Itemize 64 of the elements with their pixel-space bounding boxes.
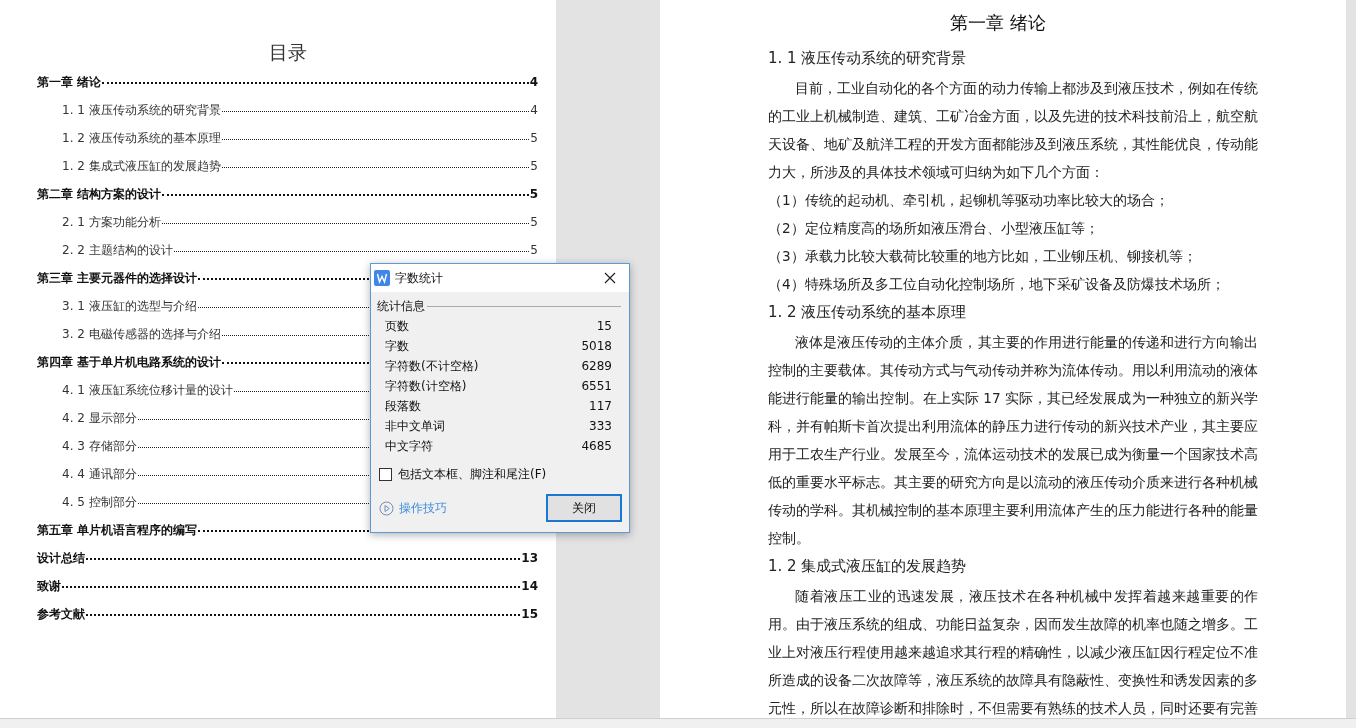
toc-entry: 第四章 基于单片机电路系统的设计 [37, 354, 222, 371]
toc-entry: 2. 1 方案功能分析 [62, 214, 161, 231]
page-number: 5 [530, 131, 538, 145]
dialog-title: 字数统计 [395, 269, 444, 287]
toc-entry: 第一章 绪论 [37, 74, 102, 91]
stat-label: 字数 [385, 337, 409, 355]
stat-label: 字符数(不计空格) [385, 357, 479, 375]
toc-entry: 1. 2 液压传动系统的基本原理 [62, 130, 221, 147]
paragraph: 随着液压工业的迅速发展，液压技术在各种机械中发挥着越来越重要的作用。由于液压系统的组成、功能日益复杂，因而发生故障的机率也随之增多。工业上对液压行程使用越来越追求其行程的精确性，以减少液压缸因行程定位不准所造成的设备二次故障等，液压系统的故障具有隐蔽性、变换性和诱发因素的多元性，所以在故障诊断和排除时，不但需要有熟练的技术人员，同时还要有完善 [768, 587, 1258, 718]
toc-entry: 2. 2 主题结构的设计 [62, 242, 173, 259]
page-number: 14 [521, 579, 538, 593]
stat-value: 333 [589, 419, 612, 433]
toc-entry: 1. 2 集成式液压缸的发展趋势 [62, 158, 221, 175]
play-circle-icon [379, 500, 394, 516]
page-number: 5 [530, 215, 538, 229]
toc-entry: 第三章 主要元器件的选择设计 [37, 270, 198, 287]
page-number: 5 [530, 243, 538, 257]
toc-entry: 4. 2 显示部分 [62, 410, 137, 427]
stat-label: 段落数 [385, 397, 421, 415]
page-number: 5 [529, 187, 538, 201]
toc-entry: 4. 5 控制部分 [62, 494, 137, 511]
page-number: 13 [521, 551, 538, 565]
toc-entry: 4. 3 存储部分 [62, 438, 137, 455]
group-label: 统计信息 [377, 297, 425, 315]
page-number: 4 [529, 75, 538, 89]
toc-title: 目录 [267, 40, 308, 65]
section-heading: 1. 2 液压传动系统的基本原理 [768, 302, 968, 323]
stat-value: 15 [596, 319, 612, 333]
section-heading: 1. 2 集成式液压缸的发展趋势 [768, 556, 968, 577]
stat-label: 页数 [385, 317, 409, 335]
paragraph: 液体是液压传动的主体介质，其主要的作用进行能量的传递和进行方向输出控制的主要载体。其传动方式与气动传动并称为流体传动。用以利用流动的液体能进行能量的输出控制。在上实际 17 实际，其已经发展成为一种独立的新兴学科，并有帕斯卡首次提出利用流体的静压力进行传动的新兴技术产业，其主要应用于工农生产行业。发展至今，流体运动技术的发展已成为衡量一个国家技术高低的重要水平标志。其主要的研究方向是以流动的液压传动介质来进行各种机械传动的学科。其机械控制的基本原理主要利用流体产生的压力能进行各种的能量控制。 [768, 333, 1258, 548]
list-item: （4）特殊场所及多工位自动化控制场所，地下采矿设备及防爆技术场所； [768, 275, 1226, 294]
stat-value: 5018 [581, 339, 612, 353]
toc-entry: 第二章 结构方案的设计 [37, 186, 162, 203]
toc-entry: 3. 2 电磁传感器的选择与介绍 [62, 326, 221, 343]
close-button[interactable]: 关闭 [546, 494, 622, 522]
page-number: 5 [530, 159, 538, 173]
stat-label: 非中文单词 [385, 417, 445, 435]
page-number: 15 [521, 607, 538, 621]
toc-entry: 4. 1 液压缸系统位移计量的设计 [62, 382, 233, 399]
page-number: 4 [530, 103, 538, 117]
checkbox[interactable] [379, 467, 392, 481]
list-item: （2）定位精度高的场所如液压滑台、小型液压缸等； [768, 219, 1100, 238]
list-item: （3）承载力比较大载荷比较重的地方比如，工业铆压机、铆接机等； [768, 247, 1198, 266]
stat-value: 4685 [581, 439, 612, 453]
toc-entry: 设计总结 [37, 550, 85, 567]
toc-entry: 4. 4 通讯部分 [62, 466, 137, 483]
chapter-title: 第一章 绪论 [949, 11, 1047, 35]
paragraph: 目前，工业自动化的各个方面的动力传输上都涉及到液压技术，例如在传统的工业上机械制造、建筑、工矿冶金方面，以及先进的技术科技前沿上，航空航天设备、地矿及航洋工程的开发方面都能涉及到液压系统，其性能优良，传动能力大，所涉及的具体技术领域可归纳为如下几个方面： [768, 79, 1258, 182]
stat-value: 117 [589, 399, 612, 413]
stat-value: 6551 [581, 379, 612, 393]
toc-entry: 参考文献 [37, 606, 85, 623]
close-icon[interactable] [603, 271, 617, 285]
checkbox-label: 包括文本框、脚注和尾注(F) [398, 465, 547, 483]
stat-label: 中文字符 [385, 437, 433, 455]
stat-label: 字符数(计空格) [385, 377, 467, 395]
toc-entry: 3. 1 液压缸的选型与介绍 [62, 298, 197, 315]
toc-entry: 致谢 [37, 578, 61, 595]
section-heading: 1. 1 液压传动系统的研究背景 [768, 48, 968, 69]
stat-value: 6289 [581, 359, 612, 373]
toc-entry: 1. 1 液压传动系统的研究背景 [62, 102, 221, 119]
toc-entry: 第五章 单片机语言程序的编写 [37, 522, 198, 539]
app-icon [374, 270, 390, 286]
list-item: （1）传统的起动机、牵引机，起铆机等驱动功率比较大的场合； [768, 191, 1170, 210]
